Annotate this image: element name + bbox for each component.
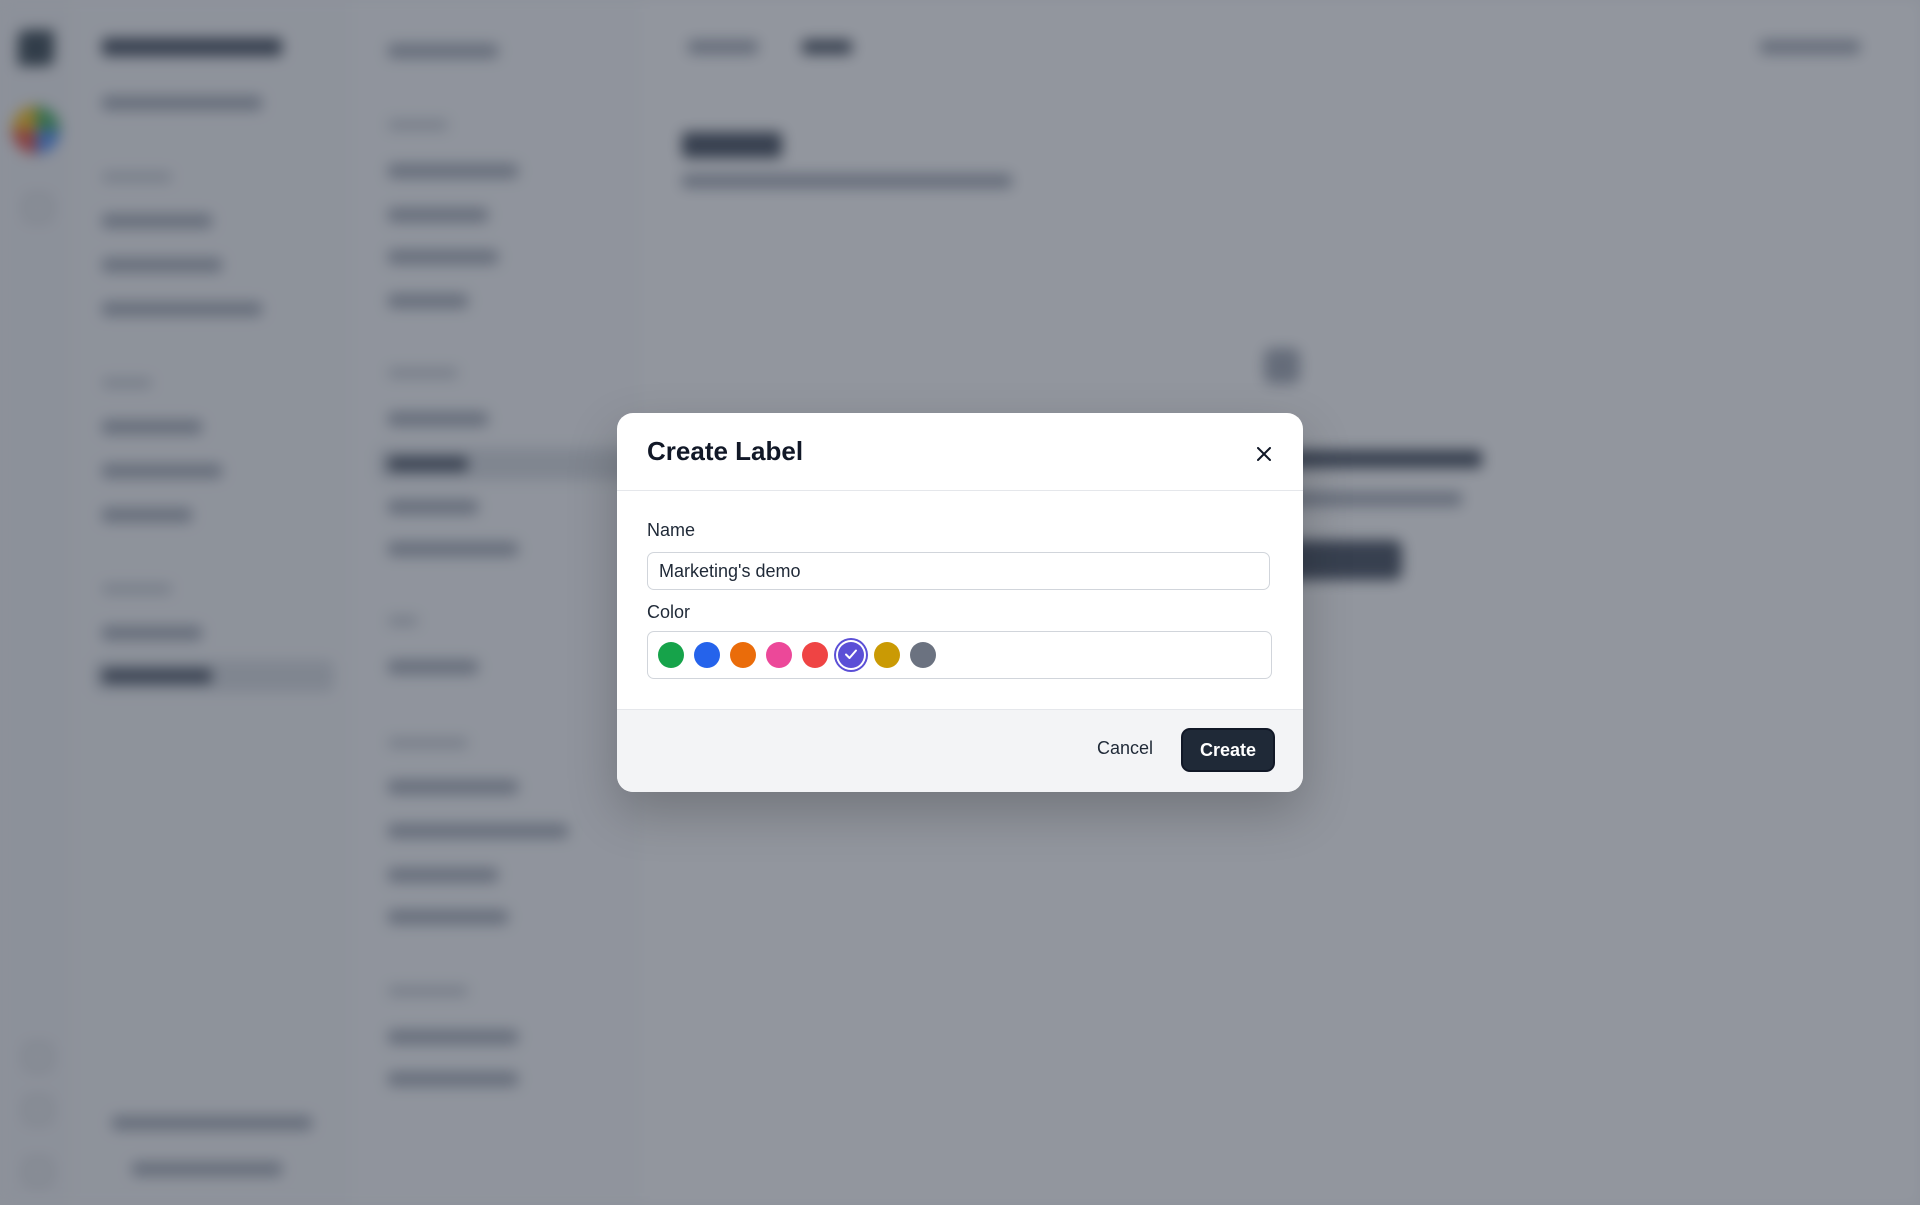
color-swatch-orange[interactable] [730, 642, 756, 668]
color-swatch-gray[interactable] [910, 642, 936, 668]
color-swatch-yellow[interactable] [874, 642, 900, 668]
color-swatch-blue[interactable] [694, 642, 720, 668]
dialog-title: Create Label [647, 436, 804, 466]
check-icon [845, 649, 857, 659]
name-input[interactable] [647, 552, 1270, 590]
dialog-header: Create Label [617, 413, 1303, 491]
name-label: Name [647, 520, 696, 540]
color-swatch-green[interactable] [658, 642, 684, 668]
color-swatch-red[interactable] [802, 642, 828, 668]
color-swatch-pink[interactable] [766, 642, 792, 668]
create-button[interactable]: Create [1183, 730, 1273, 770]
color-label: Color [647, 602, 691, 622]
dialog-footer: Cancel Create [617, 709, 1303, 792]
create-label-dialog: Create Label Name Color Cancel Create [617, 413, 1303, 792]
dialog-body: Name Color [617, 491, 1303, 723]
close-button[interactable] [1251, 441, 1277, 467]
cancel-button[interactable]: Cancel [1091, 737, 1159, 760]
color-picker [647, 631, 1272, 679]
color-swatch-indigo[interactable] [838, 642, 864, 668]
close-icon [1257, 447, 1271, 461]
